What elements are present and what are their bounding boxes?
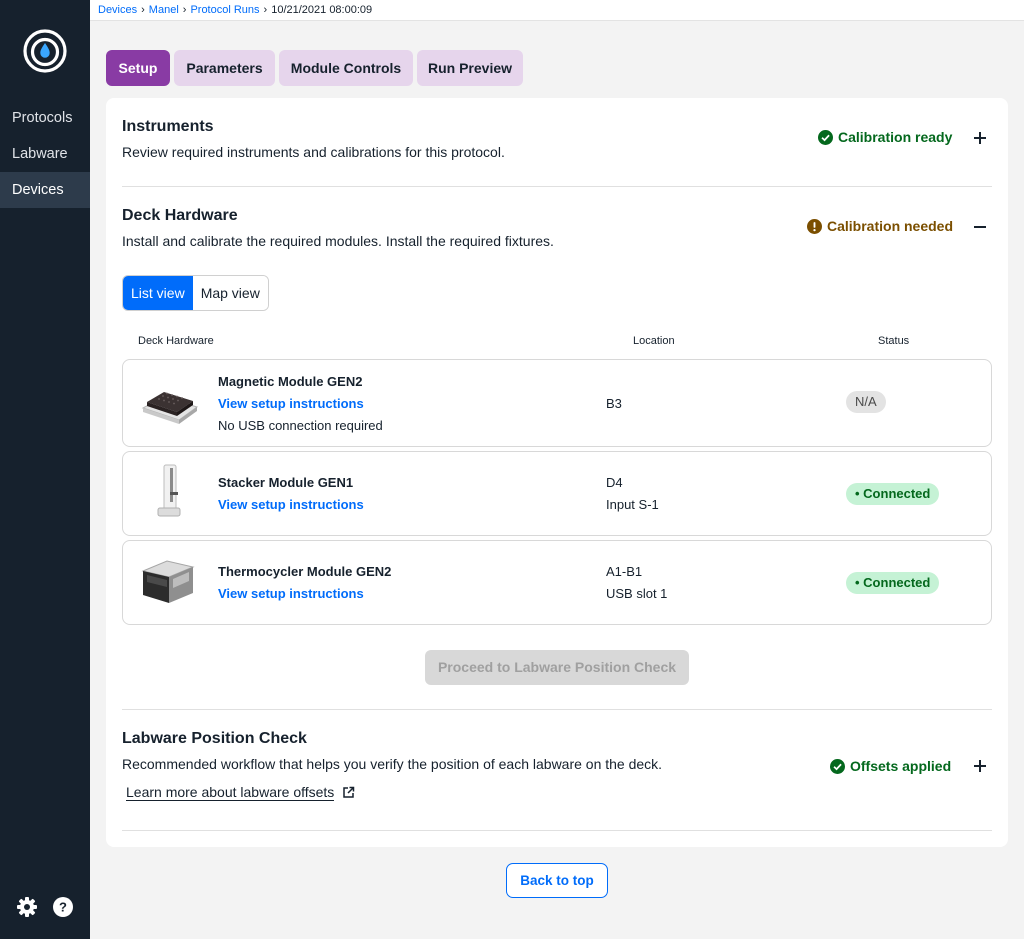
tab-run-preview[interactable]: Run Preview: [417, 50, 523, 86]
hardware-location-detail: Input S-1: [606, 497, 659, 512]
setup-card: Instruments Review required instruments …: [106, 98, 1008, 847]
gear-icon[interactable]: [16, 896, 38, 918]
breadcrumb: Devices › Manel › Protocol Runs › 10/21/2021 0…: [90, 0, 1024, 21]
labware-position-check-status-label: Offsets applied: [850, 758, 952, 774]
alert-circle-icon: [807, 218, 822, 234]
instruments-status-label: Calibration ready: [838, 129, 953, 145]
proceed-to-labware-position-check-button[interactable]: Proceed to Labware Position Check: [425, 650, 689, 685]
hardware-name: Thermocycler Module GEN2: [218, 564, 392, 579]
hardware-row: Stacker Module GEN1 View setup instructi…: [122, 451, 992, 536]
column-header-status: Status: [878, 335, 910, 347]
stacker-module-image: [157, 464, 181, 517]
breadcrumb-devices[interactable]: Devices: [98, 4, 137, 16]
svg-text:?: ?: [59, 900, 67, 915]
status-badge-label: Connected: [863, 575, 931, 590]
minus-icon[interactable]: [972, 219, 988, 235]
app-logo-icon[interactable]: [22, 28, 68, 74]
hardware-location: B3: [606, 396, 622, 411]
breadcrumb-robot[interactable]: Manel: [149, 4, 179, 16]
list-view-button[interactable]: List view: [123, 276, 193, 310]
column-header-location: Location: [633, 335, 675, 347]
hardware-note: No USB connection required: [218, 418, 383, 433]
hardware-location: D4: [606, 475, 623, 490]
sidebar-item-protocols[interactable]: Protocols: [0, 100, 90, 136]
labware-position-check-description: Recommended workflow that helps you veri…: [122, 756, 663, 772]
breadcrumb-separator: ›: [263, 4, 268, 16]
labware-position-check-status: Offsets applied: [830, 758, 951, 774]
breadcrumb-separator: ›: [182, 4, 187, 16]
setup-instructions-link[interactable]: View setup instructions: [218, 497, 364, 512]
learn-more-label: Learn more about labware offsets: [126, 784, 335, 801]
map-view-button[interactable]: Map view: [192, 276, 268, 310]
thermocycler-module-image: [141, 560, 195, 603]
breadcrumb-current-run: 10/21/2021 08:00:09: [271, 4, 373, 16]
section-divider: [122, 830, 992, 831]
tab-module-controls[interactable]: Module Controls: [279, 50, 413, 86]
magnetic-module-image: [141, 392, 199, 424]
back-to-top-button[interactable]: Back to top: [506, 863, 608, 898]
instruments-title: Instruments: [122, 118, 214, 135]
status-badge-label: Connected: [863, 486, 931, 501]
instruments-status: Calibration ready: [818, 129, 952, 145]
section-divider: [122, 709, 992, 710]
status-badge: • Connected: [846, 483, 940, 505]
sidebar: Protocols Labware Devices ?: [0, 0, 90, 939]
hardware-row: Thermocycler Module GEN2 View setup inst…: [122, 540, 992, 625]
view-toggle: List view Map view: [122, 275, 269, 311]
hardware-location-detail: USB slot 1: [606, 586, 668, 601]
column-header-hardware: Deck Hardware: [138, 335, 214, 347]
hardware-row: Magnetic Module GEN2 View setup instruct…: [122, 359, 992, 447]
status-badge: N/A: [846, 391, 886, 413]
check-circle-icon: [830, 758, 845, 774]
hardware-location: A1-B1: [606, 564, 643, 579]
sidebar-item-labware[interactable]: Labware: [0, 136, 90, 172]
deck-hardware-status-label: Calibration needed: [827, 218, 954, 234]
breadcrumb-separator: ›: [141, 4, 145, 16]
section-divider: [122, 186, 992, 187]
check-circle-icon: [818, 129, 833, 145]
hardware-name: Magnetic Module GEN2: [218, 374, 363, 389]
tab-setup[interactable]: Setup: [106, 50, 170, 86]
deck-hardware-title: Deck Hardware: [122, 207, 238, 224]
instruments-description: Review required instruments and calibrat…: [122, 144, 505, 160]
breadcrumb-protocol-runs[interactable]: Protocol Runs: [190, 4, 259, 16]
status-badge: • Connected: [846, 572, 940, 594]
plus-icon[interactable]: [972, 130, 988, 146]
tab-parameters[interactable]: Parameters: [174, 50, 275, 86]
plus-icon[interactable]: [972, 758, 988, 774]
sidebar-item-devices[interactable]: Devices: [0, 172, 90, 208]
help-icon[interactable]: ?: [52, 896, 74, 918]
deck-hardware-description: Install and calibrate the required modul…: [122, 233, 554, 249]
deck-hardware-status: Calibration needed: [807, 218, 953, 234]
setup-instructions-link[interactable]: View setup instructions: [218, 586, 364, 601]
external-link-icon: [343, 786, 355, 798]
learn-more-link[interactable]: Learn more about labware offsets: [126, 784, 355, 801]
hardware-name: Stacker Module GEN1: [218, 475, 354, 490]
setup-instructions-link[interactable]: View setup instructions: [218, 396, 364, 411]
labware-position-check-title: Labware Position Check: [122, 730, 307, 747]
